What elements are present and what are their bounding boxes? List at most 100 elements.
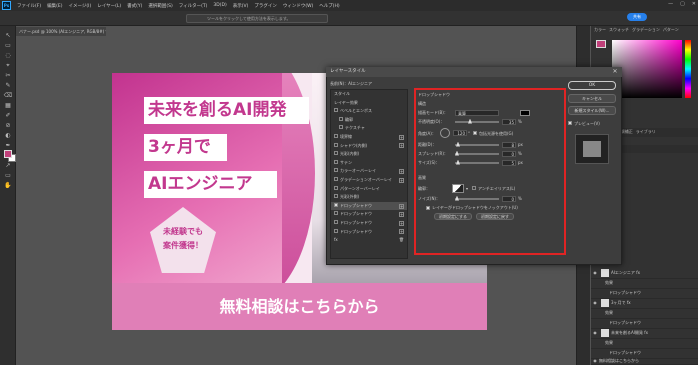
style-item[interactable]: シャドウ(内側) + — [331, 142, 407, 151]
fx-footer: fx 🗑 — [331, 236, 407, 245]
checkbox[interactable] — [334, 228, 338, 233]
eye-icon[interactable]: ◉ — [591, 356, 599, 365]
style-item[interactable]: 光彩(外側) — [331, 193, 407, 202]
banner-headline-1: 未来を創るAI開発 — [144, 97, 309, 124]
lasso-tool-icon[interactable]: ◌ — [3, 52, 13, 60]
menu-select[interactable]: 選択範囲(S) — [145, 3, 175, 9]
preview-checkbox[interactable] — [568, 121, 572, 125]
style-item[interactable]: ベベルとエンボス — [331, 107, 407, 116]
menu-help[interactable]: ヘルプ(H) — [316, 3, 342, 9]
tab-swatches[interactable]: スウォッチ — [606, 26, 629, 34]
trash-icon[interactable]: 🗑 — [399, 236, 404, 245]
menu-edit[interactable]: 編集(E) — [44, 3, 65, 9]
styles-list: スタイル レイヤー効果 ベベルとエンボス 輪郭 テクスチャ 境界線 + シャドウ(… — [330, 89, 408, 259]
checkbox[interactable] — [334, 108, 338, 113]
badge-text-2: 案件獲得！ — [163, 241, 203, 250]
document-tab[interactable]: バナー.psd @ 100% (AIエンジニア, RGB/8#) * — [16, 27, 106, 36]
checkbox[interactable] — [334, 168, 338, 173]
style-item[interactable]: 輪郭 — [331, 116, 407, 125]
menu-file[interactable]: ファイル(F) — [14, 3, 44, 9]
styles-header[interactable]: スタイル — [331, 90, 407, 99]
new-style-button[interactable]: 新規スタイル(W)... — [568, 106, 616, 115]
checkbox[interactable] — [334, 185, 338, 190]
preview-row: プレビュー(V) — [568, 120, 616, 128]
tab-libraries[interactable]: ライブラリ — [633, 128, 656, 136]
style-item[interactable]: パターンオーバーレイ — [331, 185, 407, 194]
add-style-icon[interactable]: + — [399, 229, 404, 235]
checkbox[interactable] — [339, 125, 343, 130]
checkbox[interactable] — [334, 194, 338, 199]
checkbox[interactable] — [334, 151, 338, 156]
pen-tool-icon[interactable]: ✒ — [3, 142, 13, 150]
toolbar: ↖ ▭ ◌ ⌖ ✂ ✎ ⌫ ▦ ✐ ⊘ ◐ ✒ T ↗ ▭ ✋ — [0, 26, 16, 365]
style-item[interactable]: 光彩(内側) — [331, 150, 407, 159]
shape-tool-icon[interactable]: ▭ — [3, 172, 13, 180]
style-item[interactable]: ドロップシャドウ + — [331, 228, 407, 237]
style-item[interactable]: テクスチャ — [331, 124, 407, 133]
checkbox-checked[interactable] — [334, 202, 338, 207]
banner-headline-3: AIエンジニア — [144, 171, 277, 198]
checkbox[interactable] — [334, 176, 338, 181]
menu-window[interactable]: ウィンドウ(W) — [280, 3, 316, 9]
menu-type[interactable]: 書式(Y) — [124, 3, 145, 9]
menu-plugins[interactable]: プラグイン — [251, 3, 280, 9]
style-item[interactable]: サテン — [331, 159, 407, 168]
tool-hint-field[interactable]: ツールをクリックして使用方法を表示します。 — [186, 14, 328, 23]
foreground-color-swatch[interactable] — [4, 150, 12, 158]
checkbox[interactable] — [334, 159, 338, 164]
eraser-tool-icon[interactable]: ⌫ — [3, 92, 13, 100]
color-picker-field[interactable] — [612, 40, 682, 98]
checkbox[interactable] — [339, 116, 343, 121]
window-controls: — ▢ ✕ — [668, 1, 696, 7]
menu-image[interactable]: イメージ(I) — [65, 3, 94, 9]
minimize-icon[interactable]: — — [668, 1, 673, 7]
add-style-icon[interactable]: + — [399, 212, 404, 218]
tab-color[interactable]: カラー — [591, 26, 606, 34]
stamp-tool-icon[interactable]: ✐ — [3, 112, 13, 120]
menu-filter[interactable]: フィルター(T) — [176, 3, 211, 9]
add-style-icon[interactable]: + — [399, 177, 404, 183]
hand-tool-icon[interactable]: ✋ — [3, 182, 13, 190]
style-item[interactable]: ドロップシャドウ + — [331, 219, 407, 228]
add-style-icon[interactable]: + — [399, 143, 404, 149]
add-style-icon[interactable]: + — [399, 134, 404, 140]
menu-view[interactable]: 表示(V) — [230, 3, 252, 9]
checkbox[interactable] — [334, 142, 338, 147]
close-icon[interactable]: ✕ — [610, 67, 620, 77]
menu-layer[interactable]: レイヤー(L) — [94, 3, 124, 9]
crop-tool-icon[interactable]: ✂ — [3, 72, 13, 80]
style-item[interactable]: 境界線 + — [331, 133, 407, 142]
history-brush-icon[interactable]: ⊘ — [3, 122, 13, 130]
menu-3d[interactable]: 3D(D) — [210, 3, 229, 8]
dodge-tool-icon[interactable]: ◐ — [3, 132, 13, 140]
marquee-tool-icon[interactable]: ▭ — [3, 42, 13, 50]
hue-slider[interactable] — [685, 40, 691, 98]
path-select-tool-icon[interactable]: ↗ — [3, 162, 13, 170]
gradient-tool-icon[interactable]: ▦ — [3, 102, 13, 110]
close-icon[interactable]: ✕ — [692, 1, 696, 7]
photoshop-logo-icon: Ps — [2, 1, 11, 10]
cancel-button[interactable]: キャンセル — [568, 94, 616, 103]
checkbox[interactable] — [334, 219, 338, 224]
checkbox[interactable] — [334, 211, 338, 216]
share-button[interactable]: 共有 — [627, 13, 647, 21]
fx-icon[interactable]: fx — [334, 236, 338, 245]
style-item[interactable]: カラーオーバーレイ + — [331, 167, 407, 176]
panel-foreground-swatch[interactable] — [596, 40, 606, 48]
move-tool-icon[interactable]: ↖ — [3, 32, 13, 40]
ok-button[interactable]: OK — [568, 81, 616, 90]
layer-row[interactable]: ◉ 無料相談はこちらから — [591, 356, 698, 365]
checkbox[interactable] — [334, 133, 338, 138]
style-item[interactable]: ドロップシャドウ + — [331, 210, 407, 219]
style-item[interactable]: グラデーションオーバーレイ + — [331, 176, 407, 185]
blend-options-item[interactable]: レイヤー効果 — [331, 99, 407, 108]
add-style-icon[interactable]: + — [399, 169, 404, 175]
maximize-icon[interactable]: ▢ — [680, 1, 685, 7]
quick-select-tool-icon[interactable]: ⌖ — [3, 62, 13, 70]
tab-patterns[interactable]: パターン — [660, 26, 679, 34]
brush-tool-icon[interactable]: ✎ — [3, 82, 13, 90]
add-style-icon[interactable]: + — [399, 220, 404, 226]
style-item-selected[interactable]: ドロップシャドウ + — [331, 201, 407, 211]
tab-gradients[interactable]: グラデーション — [629, 26, 660, 34]
add-style-icon[interactable]: + — [399, 203, 404, 209]
